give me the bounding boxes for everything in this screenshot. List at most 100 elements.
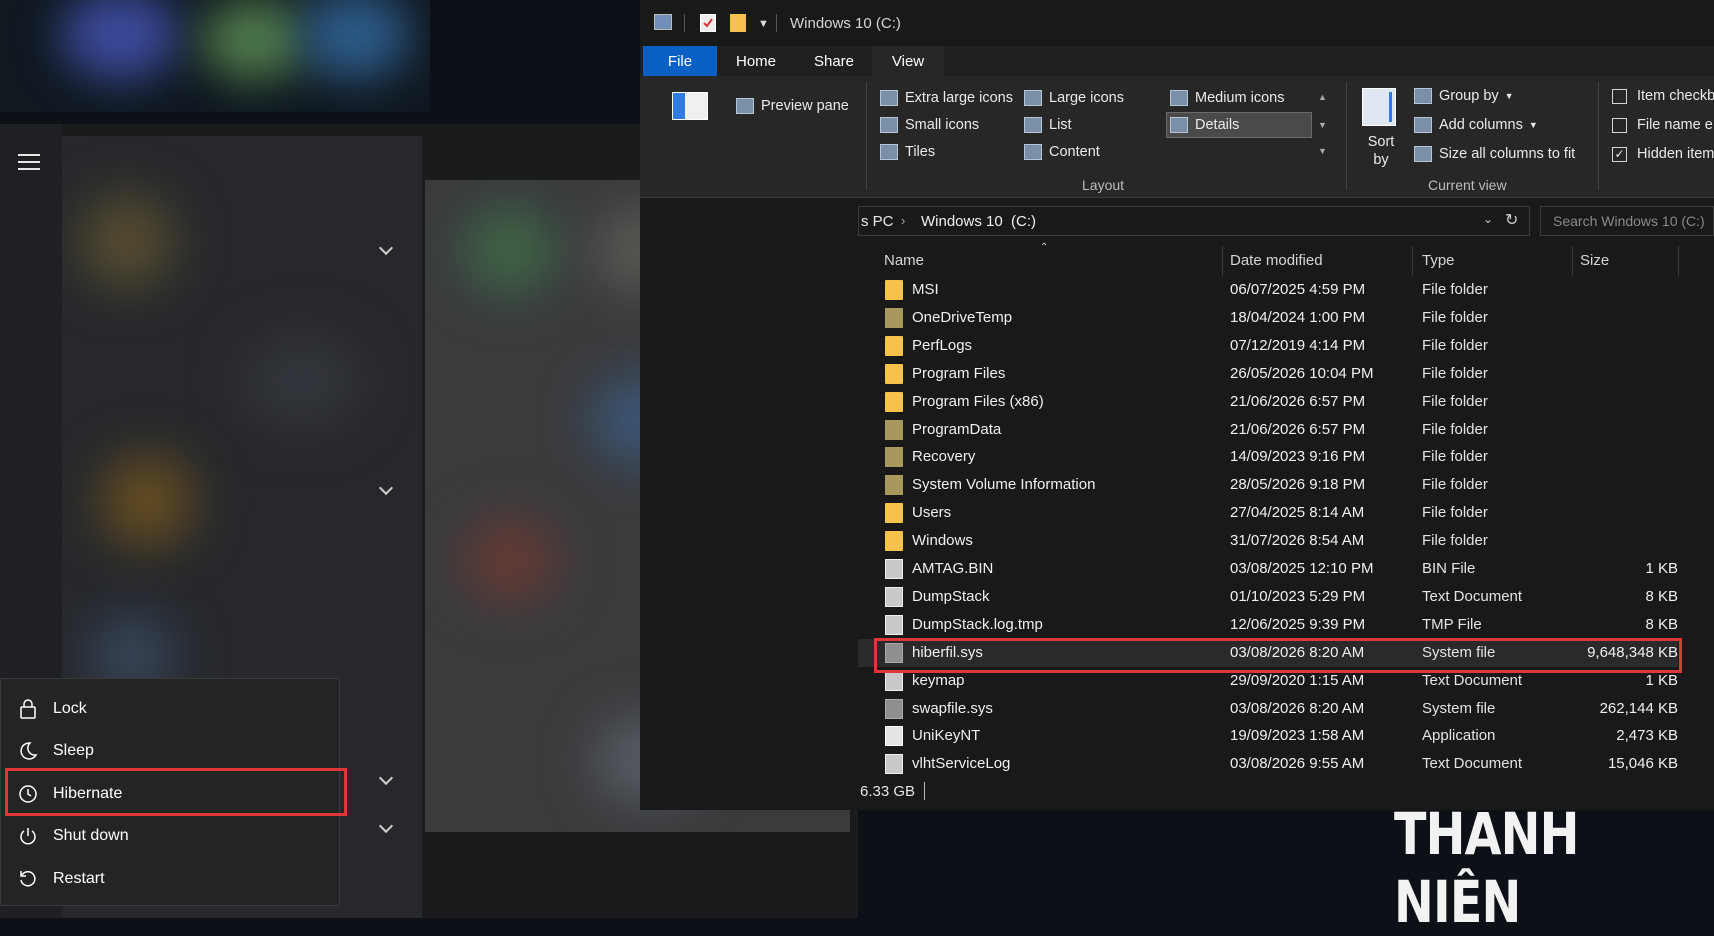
sort-by-button[interactable]: Sort by bbox=[1366, 133, 1396, 169]
file-icon bbox=[885, 614, 903, 635]
tab-home[interactable]: Home bbox=[722, 46, 790, 76]
power-menu-restart[interactable]: Restart bbox=[1, 858, 341, 900]
file-type: Application bbox=[1422, 727, 1496, 745]
layout-content[interactable]: Content bbox=[1024, 144, 1100, 160]
file-size: 1 KB bbox=[1645, 560, 1678, 577]
file-row[interactable]: Program Files (x86) 21/06/2026 6:57 PM Fil… bbox=[858, 388, 1678, 416]
hidden-items-toggle[interactable]: ✓ Hidden item bbox=[1612, 146, 1714, 162]
file-row[interactable]: UniKeyNT 19/09/2023 1:58 AM Application 2,4… bbox=[858, 722, 1678, 750]
hamburger-menu-icon[interactable] bbox=[18, 154, 40, 175]
file-date: 06/07/2025 4:59 PM bbox=[1230, 281, 1366, 298]
sort-by-icon[interactable] bbox=[1362, 88, 1396, 126]
file-size: 8 KB bbox=[1645, 587, 1678, 605]
file-name: AMTAG.BIN bbox=[912, 560, 994, 577]
file-icon bbox=[885, 670, 903, 691]
folder-dim-icon bbox=[885, 307, 903, 328]
file-row[interactable]: Recovery 14/09/2023 9:16 PM File folder bbox=[858, 443, 1678, 471]
file-row[interactable]: Program Files 26/05/2026 10:04 PM File fol… bbox=[858, 360, 1678, 388]
layout-scroll-down-icon[interactable]: ▼ bbox=[1318, 120, 1327, 130]
file-icon bbox=[885, 586, 903, 607]
group-label-current-view: Current view bbox=[1428, 177, 1507, 193]
file-type: File folder bbox=[1422, 476, 1488, 494]
new-folder-icon[interactable] bbox=[730, 14, 746, 32]
tab-view[interactable]: View bbox=[872, 46, 944, 76]
address-dropdown-icon[interactable]: ⌄ bbox=[1483, 212, 1493, 226]
folder-icon bbox=[885, 363, 903, 384]
file-type: File folder bbox=[1422, 336, 1488, 354]
file-row[interactable]: AMTAG.BIN 03/08/2025 12:10 PM BIN File 1 KB bbox=[858, 555, 1678, 583]
file-name: Program Files bbox=[912, 364, 1006, 382]
refresh-icon[interactable]: ↻ bbox=[1505, 210, 1518, 230]
file-name: MSI bbox=[912, 281, 939, 298]
tab-file[interactable]: File bbox=[643, 46, 717, 76]
breadcrumb-current[interactable]: Windows 10 (C:) bbox=[921, 213, 1036, 230]
column-header-name[interactable]: Name bbox=[884, 252, 924, 269]
layout-expand-icon[interactable]: ▼ bbox=[1318, 146, 1327, 156]
column-header-type[interactable]: Type bbox=[1422, 252, 1455, 269]
file-row[interactable]: Users 27/04/2025 8:14 AM File folder bbox=[858, 499, 1678, 527]
file-row[interactable]: vlhtServiceLog 03/08/2026 9:55 AM Text Doc… bbox=[858, 750, 1678, 778]
navigation-pane-icon[interactable] bbox=[672, 92, 708, 120]
item-checkboxes-toggle[interactable]: Item checkb bbox=[1612, 88, 1714, 104]
file-row[interactable]: swapfile.sys 03/08/2026 8:20 AM System fil… bbox=[858, 695, 1678, 723]
medium-icons-icon bbox=[1170, 90, 1188, 106]
group-label-layout: Layout bbox=[1082, 177, 1125, 193]
restart-icon bbox=[17, 868, 39, 890]
search-input[interactable]: Search Windows 10 (C:) bbox=[1540, 206, 1714, 236]
dropdown-icon: ▼ bbox=[1528, 120, 1538, 130]
dropdown-icon: ▼ bbox=[1504, 91, 1514, 101]
layout-tiles[interactable]: Tiles bbox=[880, 144, 935, 160]
group-by-button[interactable]: Group by ▼ bbox=[1414, 88, 1514, 104]
file-name: PerfLogs bbox=[912, 336, 973, 354]
details-icon bbox=[1170, 117, 1188, 133]
column-header-size[interactable]: Size bbox=[1580, 252, 1609, 269]
power-menu-shutdown[interactable]: Shut down bbox=[1, 815, 341, 857]
layout-extra-large-icons[interactable]: Extra large icons bbox=[880, 90, 1013, 106]
folder-icon bbox=[885, 503, 903, 524]
file-type: Text Document bbox=[1422, 587, 1523, 605]
file-row[interactable]: Windows 31/07/2026 8:54 AM File folder bbox=[858, 527, 1678, 555]
preview-pane-button[interactable]: Preview pane bbox=[736, 98, 849, 114]
file-row[interactable]: OneDriveTemp 18/04/2024 1:00 PM File folde… bbox=[858, 304, 1678, 332]
size-columns-button[interactable]: Size all columns to fit bbox=[1414, 146, 1575, 162]
file-name-extensions-toggle[interactable]: File name e bbox=[1612, 117, 1713, 133]
file-name: Windows bbox=[912, 532, 973, 550]
quick-access-properties-icon[interactable] bbox=[654, 14, 672, 30]
power-menu-sleep[interactable]: Sleep bbox=[1, 730, 341, 772]
layout-scroll-up-icon[interactable]: ▲ bbox=[1318, 92, 1327, 102]
layout-large-icons[interactable]: Large icons bbox=[1024, 90, 1124, 106]
file-row[interactable]: DumpStack.log.tmp 12/06/2025 9:39 PM TMP F… bbox=[858, 611, 1678, 639]
file-row[interactable]: ProgramData 21/06/2026 6:57 PM File folder bbox=[858, 416, 1678, 444]
address-bar[interactable]: s PC › Windows 10 (C:) ⌄ ↻ bbox=[858, 206, 1530, 236]
status-text: 6.33 GB bbox=[860, 783, 916, 800]
checklist-icon[interactable] bbox=[700, 14, 716, 32]
add-columns-icon bbox=[1414, 117, 1432, 133]
layout-list[interactable]: List bbox=[1024, 117, 1072, 133]
layout-details[interactable]: Details bbox=[1170, 117, 1239, 133]
add-columns-button[interactable]: Add columns ▼ bbox=[1414, 117, 1538, 133]
file-row[interactable]: PerfLogs 07/12/2019 4:14 PM File folder bbox=[858, 332, 1678, 360]
file-row[interactable]: DumpStack 01/10/2023 5:29 PM Text Document… bbox=[858, 583, 1678, 611]
checkbox-checked-icon: ✓ bbox=[1612, 146, 1627, 162]
size-columns-icon bbox=[1414, 146, 1432, 162]
breadcrumb-this-pc[interactable]: s PC bbox=[861, 213, 894, 230]
file-date: 31/07/2026 8:54 AM bbox=[1230, 532, 1365, 550]
layout-small-icons[interactable]: Small icons bbox=[880, 117, 979, 133]
extra-large-icons-icon bbox=[880, 90, 898, 106]
power-menu-lock[interactable]: Lock bbox=[1, 688, 341, 730]
file-name: Users bbox=[912, 504, 952, 522]
file-size: 262,144 KB bbox=[1599, 699, 1678, 717]
layout-medium-icons[interactable]: Medium icons bbox=[1170, 90, 1284, 106]
hiberfil-highlight-box bbox=[874, 638, 1682, 673]
column-header-date[interactable]: Date modified bbox=[1230, 252, 1323, 269]
file-type: Text Document bbox=[1422, 755, 1523, 773]
file-date: 19/09/2023 1:58 AM bbox=[1230, 727, 1365, 745]
file-date: 03/08/2026 8:20 AM bbox=[1230, 699, 1365, 717]
tab-share[interactable]: Share bbox=[800, 46, 868, 76]
customize-toolbar-icon[interactable]: ▼ bbox=[758, 18, 769, 30]
file-row[interactable]: System Volume Information 28/05/2026 9:18… bbox=[858, 471, 1678, 499]
power-menu-label: Shut down bbox=[53, 827, 129, 844]
file-date: 01/10/2023 5:29 PM bbox=[1230, 587, 1366, 605]
file-row[interactable]: MSI 06/07/2025 4:59 PM File folder bbox=[858, 276, 1678, 304]
folder-icon bbox=[885, 335, 903, 356]
